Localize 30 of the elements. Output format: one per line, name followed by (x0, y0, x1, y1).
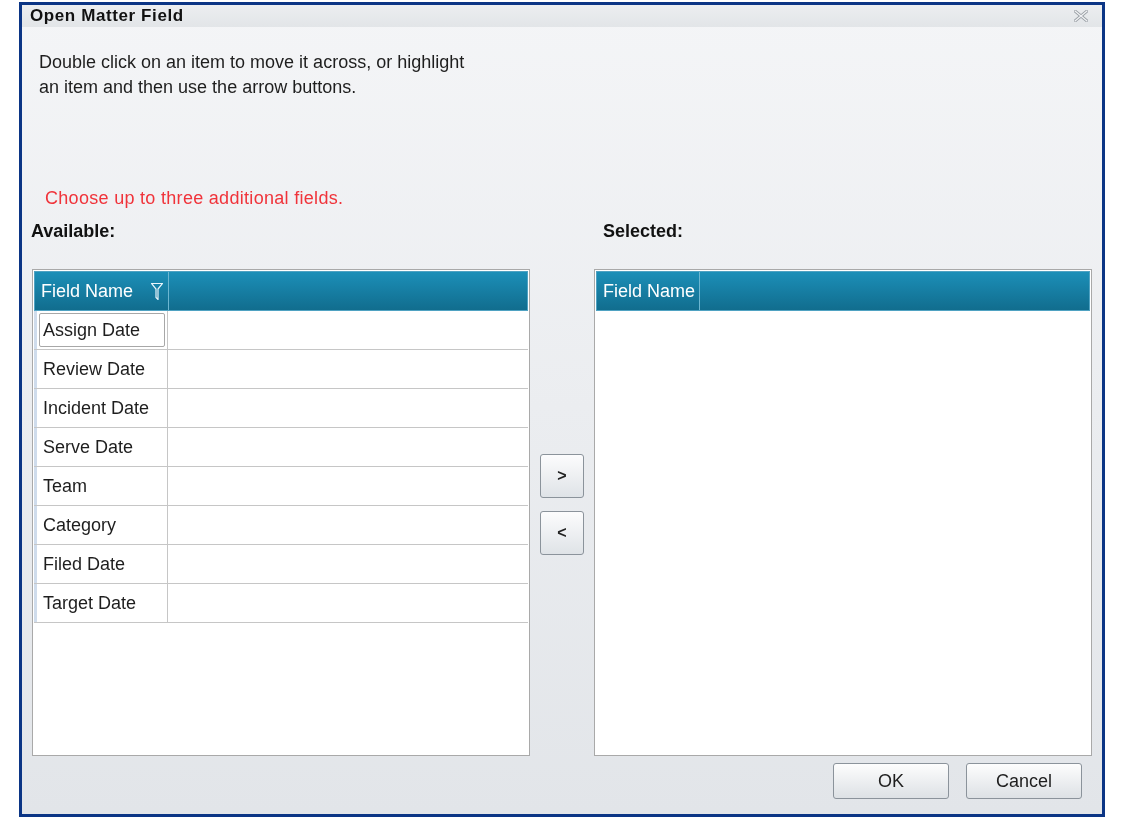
table-cell[interactable]: Review Date (34, 350, 168, 388)
table-cell[interactable]: Serve Date (34, 428, 168, 466)
column-title: Field Name (41, 279, 134, 303)
close-icon (1074, 10, 1088, 22)
table-cell[interactable]: Category (34, 506, 168, 544)
available-label: Available: (31, 220, 116, 241)
table-cell[interactable]: Team (34, 467, 168, 505)
table-cell[interactable]: Target Date (34, 584, 168, 622)
table-cell[interactable]: Incident Date (34, 389, 168, 427)
field-name: Target Date (43, 591, 137, 615)
move-button[interactable]: > (540, 454, 584, 498)
field-name: Serve Date (43, 435, 134, 459)
dialog-button[interactable]: OK (833, 763, 949, 799)
selected-label: Selected: (603, 220, 684, 241)
dialog-button[interactable]: Cancel (966, 763, 1082, 799)
field-name: Filed Date (43, 552, 126, 576)
field-name: Review Date (43, 357, 146, 381)
column-header[interactable]: Field Name (35, 272, 169, 310)
field-name: Assign Date (43, 318, 141, 342)
field-name: Incident Date (43, 396, 150, 420)
column-title: Field Name (603, 279, 696, 303)
table-cell[interactable]: Filed Date (34, 545, 168, 583)
field-name: Team (43, 474, 87, 498)
move-button[interactable]: < (540, 511, 584, 555)
notice-text: Choose up to three additional fields. (45, 187, 344, 210)
filter-icon[interactable] (151, 282, 163, 300)
column-header[interactable]: Field Name (597, 272, 700, 310)
instruction-text: Double click on an item to move it across, or highlight an item and then use the arrow buttons. (39, 51, 466, 99)
window-title: Open Matter Field (30, 6, 184, 26)
field-name: Category (43, 513, 117, 537)
